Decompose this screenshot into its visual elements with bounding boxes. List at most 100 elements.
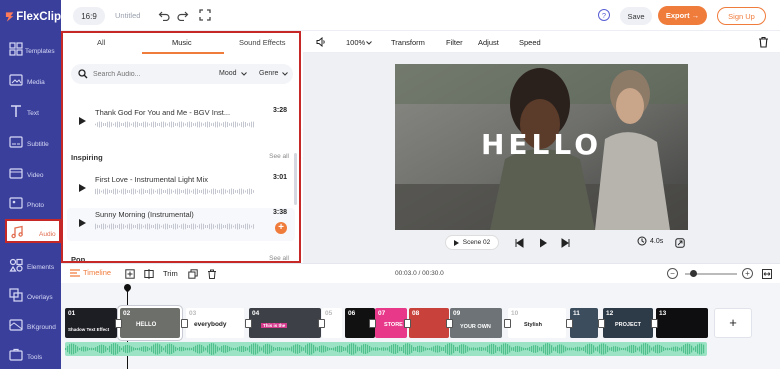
transition-icon[interactable] [504,319,511,328]
mood-dropdown[interactable]: Mood [219,70,247,77]
save-button[interactable]: Save [620,7,652,25]
split-icon[interactable] [144,269,154,279]
app-logo[interactable]: FlexClip [5,9,61,25]
overlay-text[interactable]: HELLO [395,128,688,161]
undo-icon[interactable] [158,9,170,21]
transition-icon[interactable] [566,319,573,328]
audio-track-bar[interactable] [65,342,707,356]
transition-icon[interactable] [318,319,325,328]
tab-music[interactable]: Music [172,38,192,47]
play-icon[interactable] [538,238,548,248]
panel-scrollbar[interactable] [294,153,297,205]
transform-button[interactable]: Transform [391,38,425,47]
previous-icon[interactable] [514,238,524,248]
clip-number: 12 [606,310,614,317]
help-icon[interactable]: ? [598,9,610,21]
timeline-clip[interactable]: 05 [322,308,342,338]
audio-search-bar: Mood Genre [71,64,293,84]
clock-icon [637,236,647,246]
sidebar-item-text[interactable]: Text [0,95,61,125]
transition-icon[interactable] [115,319,122,328]
timeline-clip[interactable]: 10 Stylish [508,308,566,338]
genre-dropdown[interactable]: Genre [259,70,289,77]
add-scene-icon[interactable] [125,269,135,279]
audio-track-item[interactable]: Thank God For You and Me - BGV Inst... 3… [67,106,295,142]
play-icon[interactable] [79,117,86,125]
zoom-in-button[interactable]: + [742,268,753,279]
project-title[interactable]: Untitled [115,11,140,20]
top-bar: 16:9 Untitled ? Save Export → Sign Up [61,0,780,31]
sidebar-item-elements[interactable]: Elements [0,249,61,279]
filter-button[interactable]: Filter [446,38,463,47]
play-icon[interactable] [79,219,86,227]
track-duration: 3:01 [272,174,287,181]
timeline-clip[interactable]: 09 YOUR OWN [450,308,502,338]
adjust-button[interactable]: Adjust [478,38,499,47]
clip-number: 05 [325,310,333,317]
audio-track-item[interactable]: First Love - Instrumental Light Mix 3:01 [67,173,295,209]
sidebar-item-label: Templates [25,48,55,55]
audio-panel: All Music Sound Effects Mood Genre Thank… [61,31,301,263]
clip-number: 01 [68,310,76,317]
export-button[interactable]: Export → [658,6,707,25]
sidebar-item-audio[interactable]: Audio [5,219,61,243]
fullscreen-icon[interactable] [199,9,211,21]
trim-button[interactable]: Trim [163,269,178,278]
timeline-clip[interactable]: 08 [409,308,449,338]
see-all-inspiring-link[interactable]: See all [269,153,289,160]
zoom-out-button[interactable]: − [667,268,678,279]
chevron-down-icon [366,41,372,45]
next-icon[interactable] [561,238,571,248]
zoom-select[interactable]: 100% [346,38,365,47]
transition-icon[interactable] [651,319,658,328]
timeline-clip[interactable]: 03 everybody [186,308,244,338]
aspect-ratio-button[interactable]: 16:9 [73,7,105,25]
sign-up-button[interactable]: Sign Up [717,7,766,25]
timeline-clip[interactable]: 12 PROJECT [603,308,653,338]
transition-icon[interactable] [245,319,252,328]
chevron-down-icon [282,71,289,76]
timeline-clip[interactable]: 13 [656,308,708,338]
fit-timeline-icon[interactable] [762,269,772,279]
volume-icon[interactable] [316,37,326,47]
flexclip-editor: FlexClip Templates Media Text Subtitle V… [0,0,780,369]
add-scene-button[interactable]: + [714,308,752,338]
timeline-toggle[interactable]: Timeline [70,268,111,277]
expand-icon[interactable] [675,238,685,248]
redo-icon[interactable] [177,9,189,21]
transition-icon[interactable] [181,319,188,328]
sidebar-item-subtitle[interactable]: Subtitle [0,126,61,156]
transition-icon[interactable] [446,319,453,328]
play-icon[interactable] [79,184,86,192]
transition-icon[interactable] [369,319,376,328]
sidebar-item-background[interactable]: BKground [0,309,61,339]
scene-button[interactable]: Scene 02 [445,235,499,250]
timeline-clip[interactable]: 07 STORE [375,308,407,338]
timeline-clip[interactable]: 02 HELLO [118,306,182,340]
see-all-pop-link[interactable]: See all [269,255,289,261]
zoom-slider-handle[interactable] [689,270,697,277]
search-input[interactable] [93,68,193,80]
audio-waveform [65,343,705,355]
timeline-clip[interactable]: 04 This is the [249,308,321,338]
duplicate-icon[interactable] [188,269,198,279]
sidebar-item-photo[interactable]: Photo [0,187,61,217]
sidebar-item-overlays[interactable]: Overlays [0,279,61,309]
sidebar-item-tools[interactable]: Tools [0,339,61,369]
video-preview[interactable]: HELLO [395,64,688,230]
trash-icon[interactable] [758,36,769,48]
timeline-clip[interactable]: 11 [570,308,598,338]
transition-icon[interactable] [404,319,411,328]
tab-all[interactable]: All [97,38,105,47]
timeline-clip[interactable]: 01 Shadow Text Effect [65,308,117,338]
transition-icon[interactable] [598,319,605,328]
audio-track-item[interactable]: Sunny Morning (Instrumental) 3:38 + [67,208,295,241]
sidebar-item-video[interactable]: Video [0,157,61,187]
tab-sound-effects[interactable]: Sound Effects [239,38,286,47]
speed-button[interactable]: Speed [519,38,541,47]
add-track-button[interactable]: + [275,222,287,234]
delete-icon[interactable] [207,269,217,279]
duration-button[interactable]: 4.0s [637,236,663,246]
sidebar-item-media[interactable]: Media [0,64,61,94]
sidebar-item-templates[interactable]: Templates [0,33,61,63]
